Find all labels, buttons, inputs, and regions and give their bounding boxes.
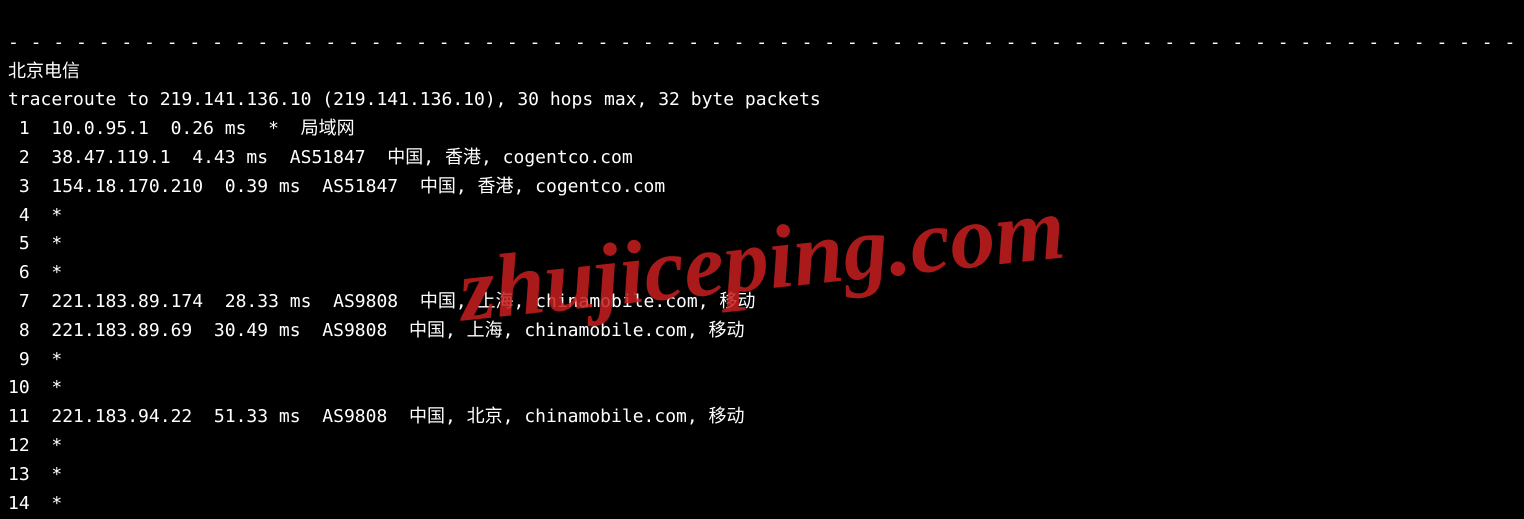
hop-number: 10 (8, 377, 30, 398)
divider-line: - - - - - - - - - - - - - - - - - - - - … (8, 32, 1524, 53)
hop-row: 14 * (8, 493, 62, 514)
hop-rest: * (30, 493, 63, 514)
hop-rest: 221.183.89.174 28.33 ms AS9808 中国, 上海, c… (30, 291, 756, 312)
hop-number: 3 (8, 176, 30, 197)
hop-row: 8 221.183.89.69 30.49 ms AS9808 中国, 上海, … (8, 320, 745, 341)
hop-row: 5 * (8, 233, 62, 254)
hop-row: 4 * (8, 205, 62, 226)
hop-row: 3 154.18.170.210 0.39 ms AS51847 中国, 香港,… (8, 176, 665, 197)
hop-rest: * (30, 205, 63, 226)
hop-number: 8 (8, 320, 30, 341)
hop-row: 6 * (8, 262, 62, 283)
hop-rest: 221.183.94.22 51.33 ms AS9808 中国, 北京, ch… (30, 406, 745, 427)
hop-rest: * (30, 464, 63, 485)
hop-number: 5 (8, 233, 30, 254)
hop-row: 1 10.0.95.1 0.26 ms * 局域网 (8, 118, 355, 139)
traceroute-title: 北京电信 (8, 61, 80, 82)
hop-row: 7 221.183.89.174 28.33 ms AS9808 中国, 上海,… (8, 291, 755, 312)
hop-row: 13 * (8, 464, 62, 485)
hop-row: 2 38.47.119.1 4.43 ms AS51847 中国, 香港, co… (8, 147, 633, 168)
hop-number: 9 (8, 349, 30, 370)
hop-row: 10 * (8, 377, 62, 398)
hop-number: 1 (8, 118, 30, 139)
hop-rest: 154.18.170.210 0.39 ms AS51847 中国, 香港, c… (30, 176, 666, 197)
hop-rest: 221.183.89.69 30.49 ms AS9808 中国, 上海, ch… (30, 320, 745, 341)
traceroute-intro: traceroute to 219.141.136.10 (219.141.13… (8, 89, 821, 110)
hop-rest: 10.0.95.1 0.26 ms * 局域网 (30, 118, 355, 139)
hop-rest: * (30, 377, 63, 398)
hop-number: 2 (8, 147, 30, 168)
hop-rest: * (30, 262, 63, 283)
hop-rest: * (30, 233, 63, 254)
hop-number: 4 (8, 205, 30, 226)
terminal-output: - - - - - - - - - - - - - - - - - - - - … (0, 0, 1524, 519)
hop-row: 11 221.183.94.22 51.33 ms AS9808 中国, 北京,… (8, 406, 745, 427)
hop-rest: * (30, 349, 63, 370)
hop-rest: 38.47.119.1 4.43 ms AS51847 中国, 香港, coge… (30, 147, 633, 168)
hop-row: 12 * (8, 435, 62, 456)
hop-number: 7 (8, 291, 30, 312)
hop-number: 12 (8, 435, 30, 456)
hop-row: 9 * (8, 349, 62, 370)
hop-rest: * (30, 435, 63, 456)
hop-number: 13 (8, 464, 30, 485)
hop-number: 11 (8, 406, 30, 427)
hop-number: 6 (8, 262, 30, 283)
hop-number: 14 (8, 493, 30, 514)
